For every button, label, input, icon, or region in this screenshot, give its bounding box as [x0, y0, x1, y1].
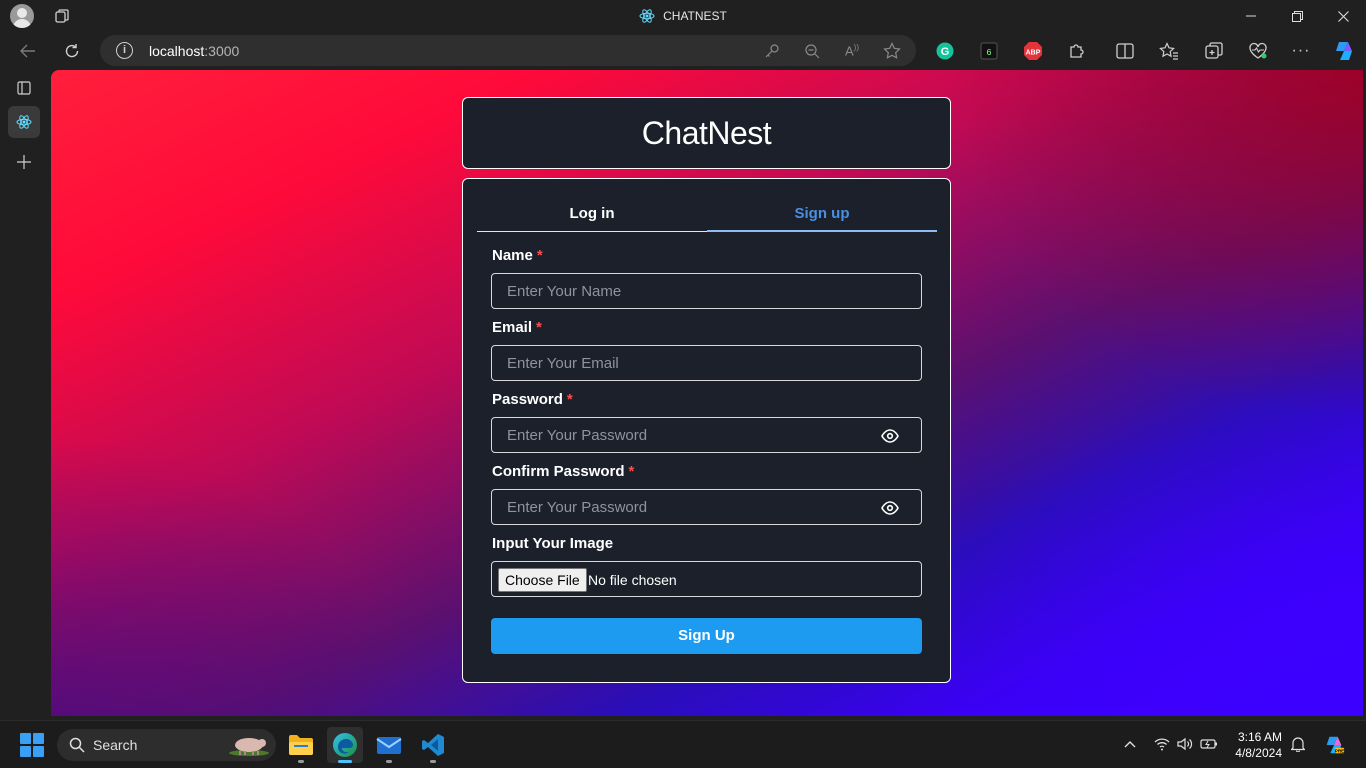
plus-icon — [17, 155, 31, 169]
clock-time: 3:16 AM — [1237, 730, 1282, 744]
required-mark: * — [536, 319, 542, 336]
restore-icon — [1291, 10, 1303, 22]
svg-text:PRE: PRE — [1335, 748, 1344, 753]
password-input[interactable] — [492, 418, 921, 452]
minimize-icon — [1246, 15, 1256, 17]
taskbar-search[interactable]: Search — [57, 729, 276, 761]
svg-text:6: 6 — [986, 48, 991, 58]
brand-header-card: ChatNest — [462, 97, 951, 169]
collections-icon[interactable] — [1203, 40, 1225, 62]
url-text[interactable]: localhost:3000 — [149, 43, 239, 59]
refresh-icon — [65, 44, 79, 58]
favorite-star-icon[interactable] — [882, 41, 902, 61]
edge-browser-icon — [333, 733, 357, 757]
read-aloud-icon[interactable]: A)) — [842, 41, 862, 61]
folder-icon — [289, 735, 313, 755]
name-field — [491, 273, 922, 309]
new-tab-button[interactable] — [8, 146, 40, 178]
tab-actions-button[interactable] — [8, 72, 40, 104]
battery-icon[interactable] — [1200, 735, 1218, 753]
file-status-text: No file chosen — [588, 572, 677, 588]
vscode-app[interactable] — [415, 727, 451, 763]
tab-signup[interactable]: Sign up — [707, 196, 937, 232]
close-icon — [1337, 10, 1349, 22]
browser-essentials-icon[interactable] — [1247, 40, 1269, 62]
vertical-tabs-sidebar — [0, 70, 48, 720]
name-label: Name * — [492, 247, 543, 264]
back-arrow-icon — [20, 44, 35, 58]
tab-actions-icon — [17, 81, 31, 95]
mail-icon — [376, 737, 402, 754]
tab-login[interactable]: Log in — [477, 196, 707, 232]
address-bar[interactable]: i localhost:3000 A)) — [100, 35, 916, 66]
email-input[interactable] — [492, 346, 921, 380]
extensions-puzzle-icon[interactable] — [1066, 40, 1088, 62]
active-tab-react[interactable] — [8, 106, 40, 138]
browser-toolbar: i localhost:3000 A)) G 6 ABP ··· — [0, 32, 1366, 70]
windows-taskbar: Search 3:16 AM 4/8/2024 PRE — [0, 720, 1366, 768]
search-icon — [69, 737, 85, 753]
svg-text:G: G — [941, 46, 950, 58]
site-info-icon[interactable]: i — [116, 42, 133, 59]
confirm-password-label: Confirm Password * — [492, 463, 635, 480]
email-label: Email * — [492, 319, 542, 336]
password-label: Password * — [492, 391, 573, 408]
react-icon — [639, 9, 655, 23]
confirm-password-field — [491, 489, 922, 525]
required-mark: * — [536, 247, 543, 264]
image-label: Input Your Image — [492, 535, 614, 552]
tab-title: CHATNEST — [663, 9, 727, 23]
password-key-icon[interactable] — [762, 41, 782, 61]
show-password-eye-icon[interactable] — [881, 429, 899, 443]
email-field — [491, 345, 922, 381]
auth-form-card: Log in Sign up Name* Email* Password* Co… — [462, 178, 951, 683]
confirm-password-input[interactable] — [492, 490, 921, 524]
notifications-bell-icon[interactable] — [1289, 735, 1307, 753]
file-explorer-app[interactable] — [283, 727, 319, 763]
vscode-icon — [422, 734, 444, 756]
grammarly-extension-icon[interactable]: G — [934, 40, 956, 62]
split-screen-icon[interactable] — [1114, 40, 1136, 62]
auth-tabs: Log in Sign up — [477, 196, 937, 232]
zoom-out-icon[interactable] — [802, 41, 822, 61]
minimize-button[interactable] — [1228, 0, 1274, 32]
show-confirm-password-eye-icon[interactable] — [881, 501, 899, 515]
react-icon — [16, 115, 32, 129]
extension-game-icon[interactable]: 6 — [978, 40, 1000, 62]
signup-submit-button[interactable]: Sign Up — [491, 618, 922, 654]
favorites-icon[interactable] — [1158, 40, 1180, 62]
clock-date: 4/8/2024 — [1235, 746, 1282, 760]
refresh-button[interactable] — [58, 38, 86, 64]
adblock-plus-icon[interactable]: ABP — [1022, 40, 1044, 62]
volume-icon[interactable] — [1176, 735, 1194, 753]
wifi-icon[interactable] — [1153, 735, 1171, 753]
brand-title: ChatNest — [641, 114, 772, 151]
search-highlight-pig-icon — [229, 738, 269, 756]
page-viewport: ChatNest Log in Sign up Name* Email* Pas… — [51, 70, 1363, 716]
tab-title-area[interactable]: CHATNEST — [0, 0, 1366, 32]
edge-app[interactable] — [327, 727, 363, 763]
mail-app[interactable] — [371, 727, 407, 763]
close-button[interactable] — [1320, 0, 1366, 32]
restore-button[interactable] — [1274, 0, 1320, 32]
browser-titlebar: CHATNEST — [0, 0, 1366, 32]
image-file-field: Choose File No file chosen — [491, 561, 922, 597]
required-mark: * — [566, 391, 573, 408]
svg-text:ABP: ABP — [1026, 50, 1041, 57]
windows-start-icon[interactable] — [20, 733, 44, 757]
name-input[interactable] — [492, 274, 921, 308]
copilot-taskbar-icon[interactable]: PRE — [1322, 733, 1346, 757]
password-field — [491, 417, 922, 453]
more-options-icon[interactable]: ··· — [1290, 40, 1312, 62]
copilot-icon[interactable] — [1332, 39, 1356, 63]
show-hidden-icons[interactable] — [1121, 735, 1139, 753]
back-button[interactable] — [14, 38, 42, 64]
system-clock[interactable]: 3:16 AM 4/8/2024 — [1235, 729, 1282, 761]
choose-file-button[interactable]: Choose File — [498, 568, 587, 592]
required-mark: * — [628, 463, 635, 480]
